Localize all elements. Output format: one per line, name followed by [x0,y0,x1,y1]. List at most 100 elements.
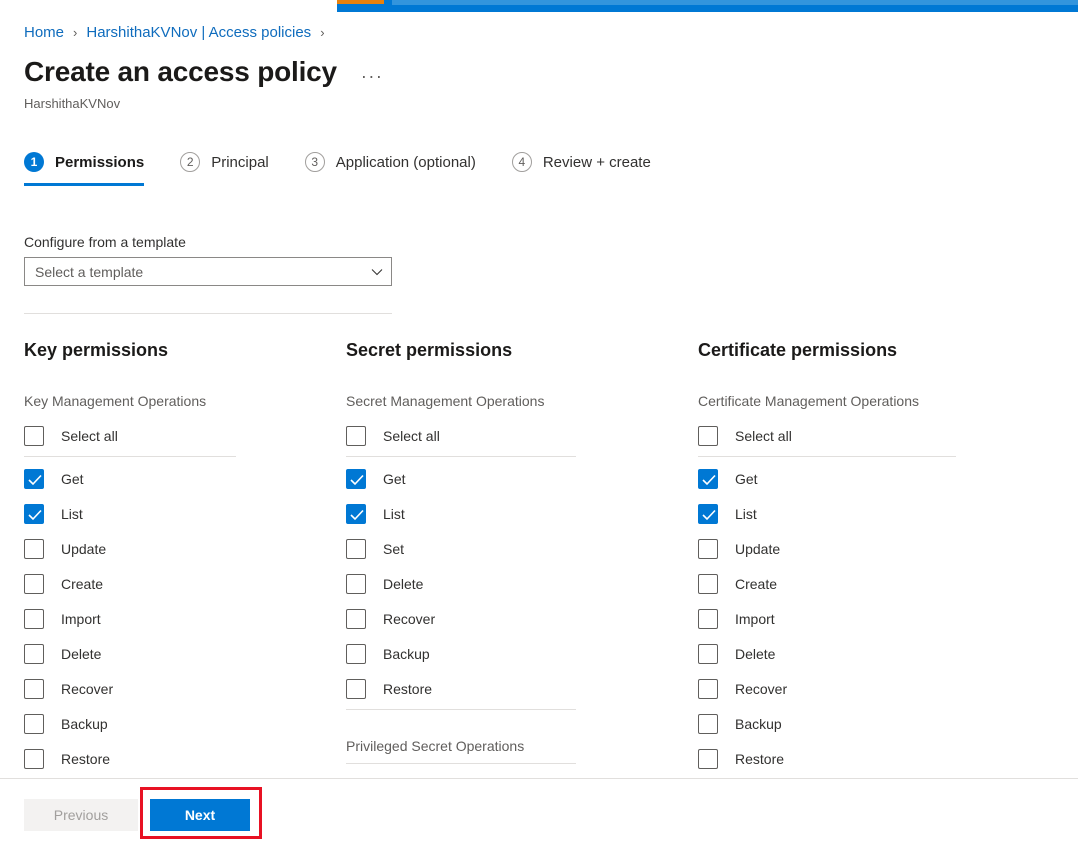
checkbox-row-select-all[interactable]: Select all [346,418,688,453]
checkbox-import[interactable] [698,608,718,629]
checkbox-recover[interactable] [24,678,44,699]
checkbox-label: Update [61,540,107,557]
template-dropdown[interactable]: Select a template [24,257,392,286]
checkbox-row-create[interactable]: Create [24,566,336,601]
checkbox-backup[interactable] [698,713,718,734]
checkbox-row-recover[interactable]: Recover [698,671,1078,706]
checkbox-set[interactable] [346,538,366,559]
checkbox-label: Create [61,575,104,592]
checkbox-row-backup[interactable]: Backup [24,706,336,741]
checkbox-delete[interactable] [346,573,366,594]
checkbox-row-create[interactable]: Create [698,566,1078,601]
column-heading-certificate: Certificate permissions [698,340,898,360]
checkbox-row-backup[interactable]: Backup [698,706,1078,741]
checkbox-get[interactable] [698,468,718,489]
checkbox-label: Import [735,610,775,627]
checkbox-row-import[interactable]: Import [698,601,1078,636]
checkbox-label: Backup [383,645,430,662]
checkbox-row-backup[interactable]: Backup [346,636,688,671]
chrome-tab-left-gap [0,0,337,12]
checkbox-select-all[interactable] [698,425,718,446]
checkbox-update[interactable] [698,538,718,559]
checkbox-label: Update [735,540,781,557]
checkbox-restore[interactable] [698,748,718,769]
breadcrumb-item-home[interactable]: Home [24,22,64,44]
checkbox-label: Get [61,470,84,487]
more-options-icon[interactable]: ··· [357,67,387,85]
checkbox-select-all[interactable] [24,425,44,446]
group-label-secret-management: Secret Management Operations [346,393,545,409]
breadcrumb: Home › HarshithaKVNov | Access policies … [24,22,334,44]
column-key-permissions: Key permissions Key Management Operation… [0,338,336,776]
checkbox-row-get[interactable]: Get [698,461,1078,496]
checkbox-list[interactable] [24,503,44,524]
checkbox-label: Delete [61,645,102,662]
checkbox-label: Recover [61,680,114,697]
azure-portal-blade: Home › HarshithaKVNov | Access policies … [0,0,1078,847]
checkbox-row-update[interactable]: Update [698,531,1078,566]
checkbox-delete[interactable] [24,643,44,664]
group-separator [346,456,576,457]
checkbox-delete[interactable] [698,643,718,664]
checkbox-list[interactable] [698,503,718,524]
checkbox-label: Get [735,470,758,487]
checkbox-backup[interactable] [24,713,44,734]
chevron-down-icon [371,266,383,278]
checkbox-update[interactable] [24,538,44,559]
template-field-label: Configure from a template [24,234,186,250]
checkbox-row-update[interactable]: Update [24,531,336,566]
checkbox-label: Set [383,540,405,557]
checkbox-label: Select all [383,427,440,444]
next-button[interactable]: Next [150,799,250,831]
checkbox-row-list[interactable]: List [24,496,336,531]
checkbox-row-recover[interactable]: Recover [24,671,336,706]
checkbox-row-restore[interactable]: Restore [698,741,1078,776]
top-chrome-bar [0,0,1078,12]
tab-application[interactable]: 3 Application (optional) [304,148,476,178]
checkbox-select-all[interactable] [346,425,366,446]
checkbox-restore[interactable] [24,748,44,769]
checkbox-label: Recover [735,680,788,697]
checkbox-label: Recover [383,610,436,627]
tab-application-label: Application (optional) [335,153,476,171]
checkbox-recover[interactable] [698,678,718,699]
tab-principal[interactable]: 2 Principal [180,148,269,178]
checkbox-row-get[interactable]: Get [24,461,336,496]
checkbox-row-restore[interactable]: Restore [24,741,336,776]
checkbox-get[interactable] [346,468,366,489]
checkbox-row-restore[interactable]: Restore [346,671,688,706]
checkbox-row-set[interactable]: Set [346,531,688,566]
checkbox-recover[interactable] [346,608,366,629]
checkbox-create[interactable] [698,573,718,594]
group-label-privileged-secret: Privileged Secret Operations [346,738,525,754]
checkbox-label: Backup [61,715,108,732]
checkbox-create[interactable] [24,573,44,594]
checkbox-row-import[interactable]: Import [24,601,336,636]
previous-button[interactable]: Previous [24,799,138,831]
checkbox-row-delete[interactable]: Delete [346,566,688,601]
checkbox-row-delete[interactable]: Delete [24,636,336,671]
checkbox-label: List [735,505,757,522]
breadcrumb-item-access-policies[interactable]: HarshithaKVNov | Access policies [86,22,311,44]
checkbox-get[interactable] [24,468,44,489]
checkbox-backup[interactable] [346,643,366,664]
tab-permissions[interactable]: 1 Permissions [24,148,145,186]
checkbox-row-list[interactable]: List [346,496,688,531]
checkbox-row-get[interactable]: Get [346,461,688,496]
checkbox-row-select-all[interactable]: Select all [698,418,1078,453]
checkbox-row-list[interactable]: List [698,496,1078,531]
tab-review-create[interactable]: 4 Review + create [511,148,651,178]
checkbox-row-delete[interactable]: Delete [698,636,1078,671]
blade-footer: Previous Next [0,778,1078,847]
checkbox-label: Restore [383,680,433,697]
checkbox-restore[interactable] [346,678,366,699]
blade-content-scroll[interactable]: Configure from a template Select a templ… [0,200,1078,778]
checkbox-import[interactable] [24,608,44,629]
checkbox-label: Select all [61,427,118,444]
checkbox-row-recover[interactable]: Recover [346,601,688,636]
checkbox-list[interactable] [346,503,366,524]
group-label-key-management: Key Management Operations [24,393,207,409]
group-separator [24,456,236,457]
checkbox-label: Delete [383,575,424,592]
checkbox-row-select-all[interactable]: Select all [24,418,336,453]
